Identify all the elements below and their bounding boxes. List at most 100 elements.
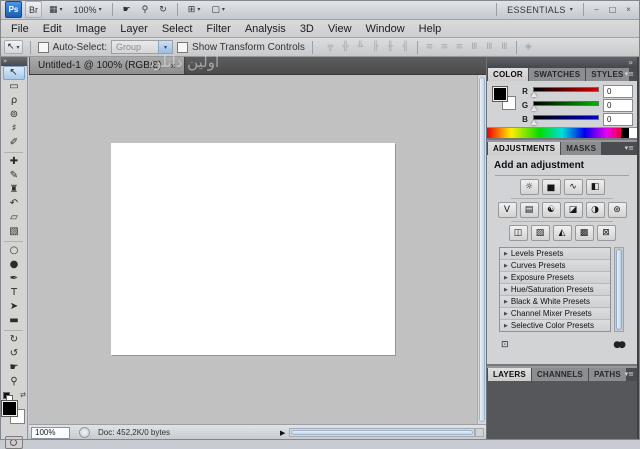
menu-select[interactable]: Select	[155, 23, 200, 35]
tab-channels[interactable]: CHANNELS	[532, 368, 588, 381]
brush-tool[interactable]: ✎	[0, 169, 28, 183]
panel-menu-icon[interactable]: ▾≡	[625, 144, 634, 152]
canvas[interactable]	[111, 143, 395, 355]
r-slider-track[interactable]	[533, 87, 599, 92]
b-slider-handle[interactable]	[531, 120, 537, 125]
photo-filter-button[interactable]: ◑	[586, 202, 605, 218]
distribute-vertical-centers-icon[interactable]: ≡	[438, 41, 451, 54]
tool-preset-picker[interactable]: ↖ ▾	[4, 40, 23, 54]
foreground-color-swatch[interactable]	[2, 401, 17, 416]
horizontal-scrollbar-thumb[interactable]	[291, 430, 473, 435]
b-slider-track[interactable]	[533, 115, 599, 120]
posterize-button[interactable]: ▨	[531, 225, 550, 241]
zoom-tool[interactable]: ⚲	[0, 375, 28, 389]
r-slider-handle[interactable]	[531, 92, 537, 97]
tab-paths[interactable]: PATHS	[589, 368, 626, 381]
expanded-view-icon[interactable]: ⊡	[501, 340, 509, 350]
screen-mode-button[interactable]: ▢ ▾	[207, 1, 229, 18]
color-spectrum-ramp[interactable]	[487, 127, 637, 138]
workspace-switcher-button[interactable]: ESSENTIALS ▾	[503, 5, 577, 15]
history-brush-tool[interactable]: ↶	[0, 197, 28, 211]
ramp-white-swatch[interactable]	[629, 128, 637, 138]
preset-black-white-presets[interactable]: ▶Black & White Presets	[500, 296, 610, 308]
zoom-tool-button[interactable]: ⚲	[138, 1, 153, 18]
g-slider[interactable]	[533, 99, 599, 111]
collapse-to-icons-icon[interactable]: »	[628, 58, 633, 68]
distribute-top-edges-icon[interactable]: ≡	[423, 41, 436, 54]
align-top-edges-icon[interactable]: ╦	[324, 41, 337, 54]
menu-window[interactable]: Window	[359, 23, 412, 35]
r-value-input[interactable]: 0	[603, 85, 633, 98]
3d-orbit-tool[interactable]: ↺	[0, 347, 28, 361]
black-white-button[interactable]: ◪	[564, 202, 583, 218]
minimize-button[interactable]: –	[590, 4, 603, 16]
r-slider[interactable]	[533, 85, 599, 97]
menu-view[interactable]: View	[321, 23, 359, 35]
align-horizontal-centers-icon[interactable]: ╫	[384, 41, 397, 54]
spot-healing-brush-tool[interactable]: ✚	[0, 155, 28, 169]
menu-layer[interactable]: Layer	[113, 23, 155, 35]
panel-menu-icon[interactable]: ▾≡	[625, 370, 634, 378]
eraser-tool[interactable]: ▱	[0, 211, 28, 225]
align-right-edges-icon[interactable]: ╣	[399, 41, 412, 54]
curves-button[interactable]: ∿	[564, 179, 583, 195]
rotate-view-button[interactable]: ↻	[155, 1, 171, 18]
tab-color[interactable]: COLOR	[488, 68, 528, 81]
view-extras-button[interactable]: ▦ ▾	[45, 1, 67, 18]
channel-mixer-button[interactable]: ⊛	[608, 202, 627, 218]
menu-image[interactable]: Image	[69, 23, 114, 35]
panel-menu-icon[interactable]: ▾≡	[625, 70, 634, 78]
menu-edit[interactable]: Edit	[36, 23, 69, 35]
dodge-tool[interactable]: ●	[0, 258, 28, 272]
color-balance-button[interactable]: ☯	[542, 202, 561, 218]
threshold-button[interactable]: ◭	[553, 225, 572, 241]
blur-tool[interactable]: ○	[0, 244, 28, 258]
zoom-level-button[interactable]: 100% ▾	[70, 1, 106, 18]
hand-tool-button[interactable]: ☛	[119, 1, 135, 18]
status-zoom-input[interactable]: 100%	[31, 427, 70, 439]
vibrance-button[interactable]: V	[498, 202, 517, 218]
canvas-region[interactable]	[29, 75, 477, 424]
ramp-black-swatch[interactable]	[621, 128, 629, 138]
gradient-map-button[interactable]: ▩	[575, 225, 594, 241]
b-slider[interactable]	[533, 113, 599, 125]
preset-channel-mixer-presets[interactable]: ▶Channel Mixer Presets	[500, 308, 610, 320]
b-value-input[interactable]: 0	[603, 113, 633, 126]
tab-masks[interactable]: MASKS	[561, 142, 601, 155]
pen-tool[interactable]: ✒	[0, 272, 28, 286]
auto-align-layers-icon[interactable]: ◈	[522, 41, 535, 54]
rectangular-marquee-tool[interactable]: ▭	[0, 80, 28, 94]
show-transform-controls-checkbox[interactable]	[177, 42, 188, 53]
menu-analysis[interactable]: Analysis	[238, 23, 293, 35]
crop-tool[interactable]: ♯	[0, 122, 28, 136]
path-selection-tool[interactable]: ➤	[0, 300, 28, 314]
hue-saturation-button[interactable]: ▤	[520, 202, 539, 218]
distribute-bottom-edges-icon[interactable]: ≡	[453, 41, 466, 54]
document-tab[interactable]: Untitled-1 @ 100% (RGB/8) ×	[30, 57, 185, 74]
levels-button[interactable]: ▅	[542, 179, 561, 195]
3d-rotate-tool[interactable]: ↻	[0, 333, 28, 347]
align-bottom-edges-icon[interactable]: ╩	[354, 41, 367, 54]
swap-colors-icon[interactable]: ⇄	[20, 391, 26, 399]
g-slider-track[interactable]	[533, 101, 599, 106]
tab-styles[interactable]: STYLES	[586, 68, 628, 81]
preset-exposure-presets[interactable]: ▶Exposure Presets	[500, 272, 610, 284]
selective-color-button[interactable]: ⊠	[597, 225, 616, 241]
preset-selective-color-presets[interactable]: ▶Selective Color Presets	[500, 320, 610, 331]
quick-selection-tool[interactable]: ⊚	[0, 108, 28, 122]
menu-help[interactable]: Help	[412, 23, 449, 35]
g-slider-handle[interactable]	[531, 106, 537, 111]
menu-filter[interactable]: Filter	[199, 23, 237, 35]
align-vertical-centers-icon[interactable]: ╬	[339, 41, 352, 54]
presets-scrollbar-thumb[interactable]	[616, 249, 622, 330]
close-button[interactable]: ×	[622, 4, 635, 16]
preset-levels-presets[interactable]: ▶Levels Presets	[500, 248, 610, 260]
status-menu-arrow-icon[interactable]: ▶	[280, 429, 285, 437]
arrange-documents-button[interactable]: ⊞ ▾	[184, 1, 205, 18]
auto-select-dropdown[interactable]: Group ▾	[111, 40, 173, 54]
presets-scrollbar[interactable]	[614, 247, 624, 332]
align-left-edges-icon[interactable]: ╠	[369, 41, 382, 54]
foreground-color-swatch[interactable]	[493, 87, 507, 101]
tools-panel-header[interactable]: »	[0, 57, 27, 66]
preset-curves-presets[interactable]: ▶Curves Presets	[500, 260, 610, 272]
